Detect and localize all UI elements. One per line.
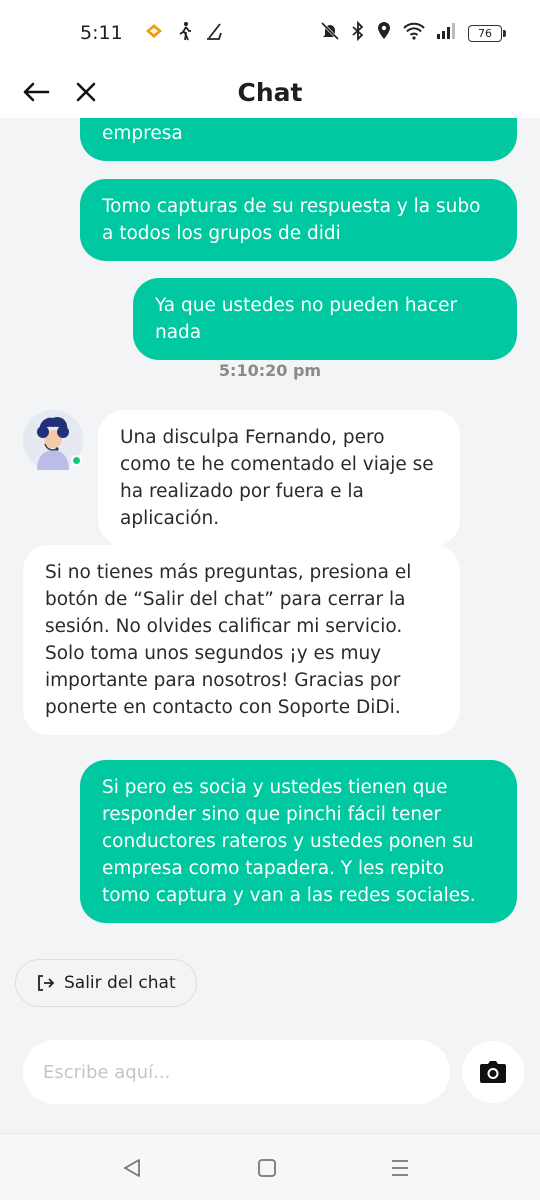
message-bubble-incoming: Una disculpa Fernando, pero como te he c… [98, 410, 460, 546]
message-bubble-outgoing: empresa [80, 118, 517, 161]
message-input[interactable] [43, 1061, 430, 1083]
message-bubble-outgoing: Si pero es socia y ustedes tienen que re… [80, 760, 517, 923]
message-composer [23, 1040, 450, 1104]
menu-lines-icon [392, 1160, 408, 1176]
exit-chat-label: Salir del chat [64, 973, 176, 993]
home-square-icon [258, 1159, 276, 1177]
sweep-icon [205, 21, 225, 46]
chat-message-list[interactable]: empresa Tomo capturas de su respuesta y … [0, 118, 540, 1133]
chat-header: Chat [0, 66, 540, 118]
battery-icon: 76 [468, 24, 506, 42]
status-bar: 5:11 76 [0, 0, 540, 66]
exit-chat-button[interactable]: Salir del chat [15, 959, 197, 1007]
message-bubble-outgoing: Tomo capturas de su respuesta y la subo … [80, 179, 517, 261]
nav-back-button[interactable] [117, 1154, 147, 1182]
back-triangle-icon [124, 1159, 140, 1177]
bluetooth-icon [350, 20, 366, 46]
exit-icon [38, 975, 55, 991]
message-bubble-outgoing: Ya que ustedes no pueden hacer nada [133, 278, 517, 360]
location-icon [376, 21, 392, 46]
wifi-icon [402, 21, 426, 46]
mute-bell-icon [320, 21, 340, 46]
message-bubble-incoming: Si no tienes más preguntas, presiona el … [23, 545, 460, 735]
system-nav-bar [0, 1133, 540, 1200]
status-time: 5:11 [80, 22, 123, 44]
didi-app-icon [143, 21, 165, 46]
signal-icon [436, 22, 458, 45]
back-button[interactable] [20, 74, 52, 110]
nav-home-button[interactable] [252, 1154, 282, 1182]
arrow-left-icon [23, 82, 50, 102]
close-icon [76, 82, 96, 102]
camera-icon [480, 1061, 506, 1083]
close-button[interactable] [70, 74, 102, 110]
walking-icon [177, 21, 193, 46]
camera-button[interactable] [462, 1041, 524, 1103]
message-timestamp: 5:10:20 pm [218, 361, 322, 380]
agent-avatar [23, 410, 83, 470]
nav-menu-button[interactable] [385, 1154, 415, 1182]
online-status-dot [71, 455, 82, 466]
